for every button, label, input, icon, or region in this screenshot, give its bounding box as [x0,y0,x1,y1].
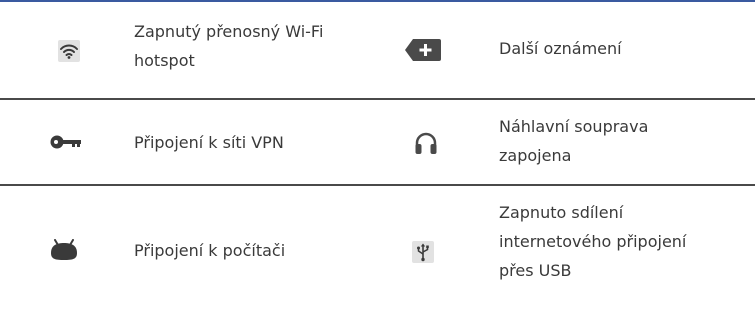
pc-connection-label: Připojení k počítači [134,236,285,265]
table-row: Připojení k počítači Zapnuto sdílení int… [0,186,755,320]
label-line: Další oznámení [499,39,622,58]
label-line: hotspot [134,51,195,70]
table-row: Připojení k síti VPN Náhlavní souprava z… [0,100,755,184]
android-pc-connection-icon [44,230,84,270]
label-line: internetového připojení [499,232,687,251]
table-row: Zapnutý přenosný Wi-Fi hotspot Další ozn… [0,2,755,98]
label-line: Náhlavní souprava [499,117,649,136]
usb-tethering-icon [403,232,443,272]
headset-label: Náhlavní souprava zapojena [499,112,648,170]
headset-icon [406,123,446,163]
more-notifications-label: Další oznámení [499,34,622,63]
usb-tethering-label: Zapnuto sdílení internetového připojení … [499,198,686,285]
wifi-hotspot-label: Zapnutý přenosný Wi-Fi hotspot [134,17,323,75]
label-line: Zapnuto sdílení [499,203,624,222]
vpn-label: Připojení k síti VPN [134,128,284,157]
label-line: Připojení k počítači [134,241,286,260]
label-line: přes USB [499,261,572,280]
vpn-key-icon [46,122,86,162]
label-line: zapojena [499,146,572,165]
label-line: Připojení k síti VPN [134,133,284,152]
wifi-hotspot-icon [49,31,89,71]
more-notifications-icon [403,30,443,70]
label-line: Zapnutý přenosný Wi-Fi [134,22,324,41]
